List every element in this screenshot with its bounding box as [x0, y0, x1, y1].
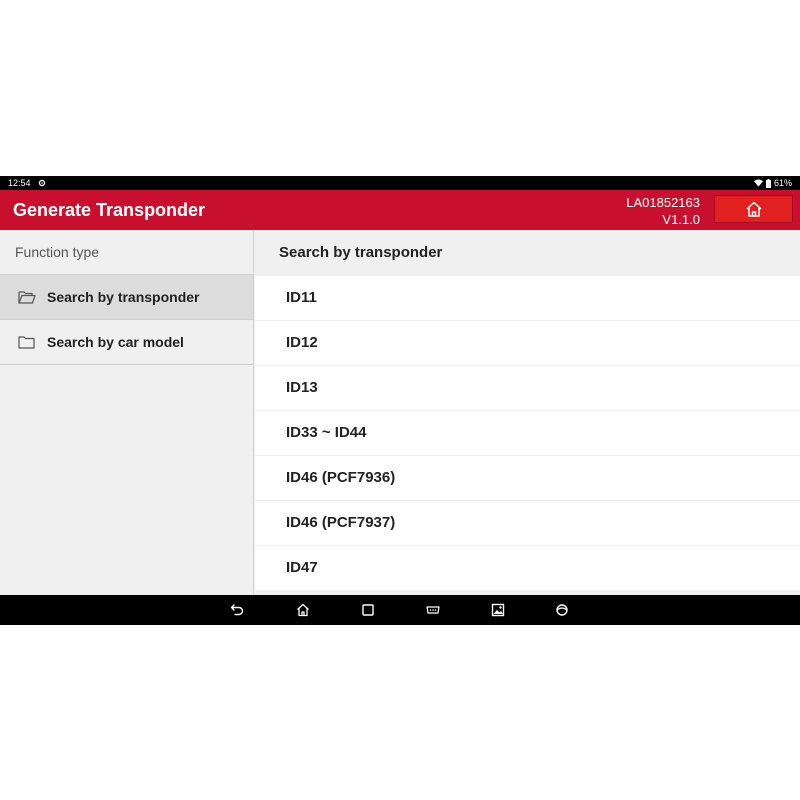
list-item-id46-pcf7936[interactable]: ID46 (PCF7936) — [255, 456, 800, 500]
status-bar: 12:54 61% — [0, 176, 800, 190]
home-nav-icon[interactable] — [296, 603, 310, 617]
sidebar-item-search-by-transponder[interactable]: Search by transponder — [0, 275, 253, 320]
serial-number: LA01852163 — [626, 195, 700, 210]
sidebar-item-label: Search by transponder — [47, 289, 200, 305]
back-icon[interactable] — [230, 603, 244, 617]
function-type-panel: Function type Search by transponder Sear… — [0, 230, 254, 595]
wifi-icon — [753, 179, 763, 187]
sidebar-item-label: Search by car model — [47, 334, 184, 350]
device-info: LA01852163 V1.1.0 — [626, 194, 700, 228]
recent-apps-icon[interactable] — [361, 603, 375, 617]
screenshot-icon[interactable] — [491, 603, 505, 617]
list-title: Search by transponder — [255, 230, 800, 276]
list-item-id11[interactable]: ID11 — [255, 276, 800, 320]
home-button[interactable] — [714, 195, 793, 223]
app-screen: 12:54 61% Generate Transponder LA0185216… — [0, 176, 800, 625]
list-item-id12[interactable]: ID12 — [255, 321, 800, 365]
function-type-header: Function type — [0, 230, 253, 275]
title-bar: Generate Transponder LA01852163 V1.1.0 — [0, 190, 800, 230]
battery-icon — [765, 178, 771, 188]
page-title: Generate Transponder — [13, 200, 206, 220]
vci-icon[interactable] — [426, 603, 440, 617]
browser-icon[interactable] — [555, 603, 569, 617]
navigation-bar — [0, 595, 800, 625]
status-right: 61% — [753, 176, 792, 190]
status-time: 12:54 — [8, 178, 31, 188]
list-item-id33-id44[interactable]: ID33 ~ ID44 — [255, 411, 800, 455]
list-item-id46-pcf7937[interactable]: ID46 (PCF7937) — [255, 501, 800, 545]
gear-icon — [38, 179, 46, 187]
sidebar-item-search-by-car-model[interactable]: Search by car model — [0, 320, 253, 365]
folder-icon — [18, 336, 35, 349]
home-icon — [745, 201, 762, 217]
battery-percent: 61% — [773, 178, 792, 188]
list-item-id47[interactable]: ID47 — [255, 546, 800, 590]
folder-open-icon — [18, 291, 36, 304]
app-version: V1.1.0 — [662, 212, 700, 227]
list-item-id13[interactable]: ID13 — [255, 366, 800, 410]
transponder-list-panel: Search by transponder ID11 ID12 ID13 ID3… — [255, 230, 800, 595]
